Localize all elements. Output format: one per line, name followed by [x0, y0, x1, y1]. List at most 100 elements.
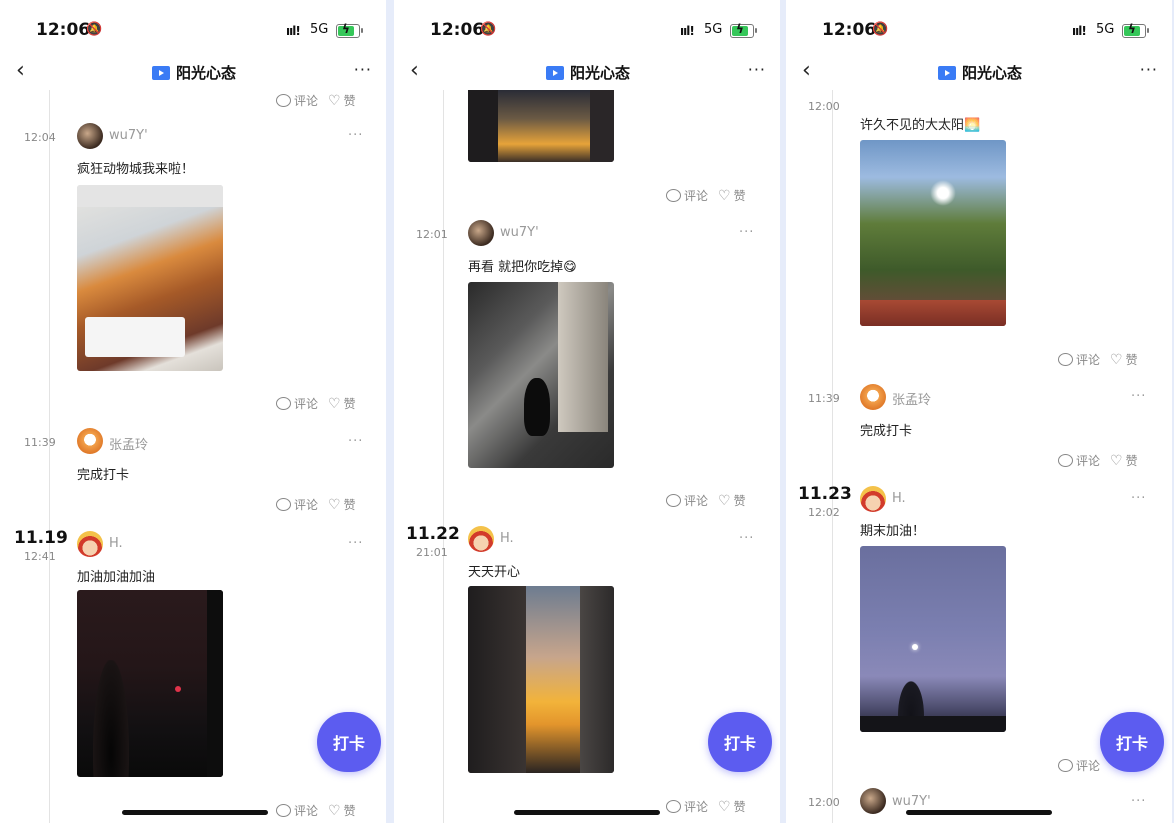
post-actions: 评论 ♡ 赞	[276, 496, 356, 513]
avatar[interactable]	[860, 788, 886, 814]
post-more-icon[interactable]: ···	[348, 536, 363, 551]
feed: 评论 ♡ 赞 12:04 wu7Y' ··· 疯狂动物城我来啦！ 评论 ♡ 赞 11…	[0, 90, 386, 823]
post-time: 12:01	[416, 228, 448, 241]
like-button[interactable]: ♡ 赞	[328, 92, 356, 109]
post-photo[interactable]	[860, 140, 1006, 326]
comment-icon	[666, 189, 681, 202]
like-button[interactable]: ♡ 赞	[328, 496, 356, 513]
post-date: 11.22	[406, 524, 460, 544]
avatar[interactable]	[468, 220, 494, 246]
heart-icon: ♡	[328, 395, 341, 412]
comment-icon	[276, 94, 291, 107]
like-button[interactable]: ♡ 赞	[718, 798, 746, 815]
post-time: 12:00	[808, 796, 840, 809]
network-label: 5G	[704, 22, 723, 37]
phone-screen-1: 12:06 🔕 ııl! 5G ϟ ‹ 阳光心态 ··· 评论 ♡ 赞 12:04…	[0, 0, 386, 823]
like-button[interactable]: ♡ 赞	[1110, 452, 1138, 469]
battery-icon: ϟ	[730, 22, 757, 38]
username[interactable]: H.	[500, 531, 514, 546]
comment-button[interactable]: 评论	[276, 395, 318, 412]
post-time: 12:41	[24, 550, 56, 563]
checkin-button[interactable]: 打卡	[1100, 712, 1164, 772]
post-actions: 评论 ♡ 赞	[666, 492, 746, 509]
like-button[interactable]: ♡ 赞	[718, 187, 746, 204]
post-more-icon[interactable]: ···	[739, 531, 754, 546]
nav-bar: ‹ 阳光心态 ···	[394, 56, 780, 90]
comment-icon	[1058, 353, 1073, 366]
comment-icon	[276, 498, 291, 511]
home-indicator	[122, 810, 268, 815]
comment-button[interactable]: 评论	[1058, 452, 1100, 469]
post-text: 疯狂动物城我来啦！	[77, 162, 195, 177]
heart-icon: ♡	[718, 492, 731, 509]
back-icon[interactable]: ‹	[410, 58, 419, 83]
post-more-icon[interactable]: ···	[1131, 491, 1146, 506]
post-photo[interactable]	[468, 90, 614, 162]
comment-button[interactable]: 评论	[666, 492, 708, 509]
like-button[interactable]: ♡ 赞	[328, 802, 356, 819]
post-more-icon[interactable]: ···	[739, 225, 754, 240]
avatar[interactable]	[468, 526, 494, 552]
like-button[interactable]: ♡ 赞	[718, 492, 746, 509]
status-time: 12:06	[430, 20, 485, 40]
phone-screen-2: 12:06 🔕 ııl! 5G ϟ ‹ 阳光心态 ··· 评论 ♡ 赞 12:01…	[394, 0, 780, 823]
username[interactable]: wu7Y'	[500, 225, 539, 240]
comment-button[interactable]: 评论	[276, 496, 318, 513]
post-photo[interactable]	[860, 546, 1006, 732]
back-icon[interactable]: ‹	[802, 58, 811, 83]
phone-screen-3: 12:06 🔕 ııl! 5G ϟ ‹ 阳光心态 ··· 12:00 许久不见的…	[786, 0, 1172, 823]
checkin-button[interactable]: 打卡	[708, 712, 772, 772]
comment-button[interactable]: 评论	[276, 802, 318, 819]
comment-icon	[1058, 759, 1073, 772]
username[interactable]: 张孟玲	[109, 434, 148, 453]
nav-title: 阳光心态	[546, 62, 630, 83]
comment-button[interactable]: 评论	[666, 798, 708, 815]
more-icon[interactable]: ···	[354, 60, 372, 79]
post-photo[interactable]	[77, 185, 223, 371]
comment-icon	[276, 397, 291, 410]
signal-icon: ııl!	[286, 24, 301, 38]
like-button[interactable]: ♡ 赞	[1110, 351, 1138, 368]
avatar[interactable]	[860, 486, 886, 512]
post-actions: 评论 ♡ 赞	[276, 395, 356, 412]
back-icon[interactable]: ‹	[16, 58, 25, 83]
silent-icon: 🔕	[872, 22, 889, 37]
post-more-icon[interactable]: ···	[348, 434, 363, 449]
status-time: 12:06	[36, 20, 91, 40]
post-actions: 评论	[1058, 757, 1100, 774]
avatar[interactable]	[860, 384, 886, 410]
avatar[interactable]	[77, 428, 103, 454]
post-photo[interactable]	[77, 590, 223, 777]
avatar[interactable]	[77, 531, 103, 557]
heart-icon: ♡	[328, 92, 341, 109]
post-text: 天天开心	[468, 565, 521, 580]
username[interactable]: 张孟玲	[892, 389, 931, 408]
post-time: 12:00	[808, 100, 840, 113]
username[interactable]: wu7Y'	[109, 128, 148, 143]
comment-button[interactable]: 评论	[666, 187, 708, 204]
checkin-button[interactable]: 打卡	[317, 712, 381, 772]
status-bar: 12:06 🔕 ııl! 5G ϟ	[394, 0, 780, 62]
post-more-icon[interactable]: ···	[1131, 794, 1146, 809]
heart-icon: ♡	[718, 187, 731, 204]
comment-button[interactable]: 评论	[1058, 351, 1100, 368]
post-photo[interactable]	[468, 586, 614, 773]
post-more-icon[interactable]: ···	[348, 128, 363, 143]
more-icon[interactable]: ···	[1140, 60, 1158, 79]
post-more-icon[interactable]: ···	[1131, 389, 1146, 404]
username[interactable]: wu7Y'	[892, 794, 931, 809]
post-photo[interactable]	[468, 282, 614, 468]
comment-icon	[666, 494, 681, 507]
silent-icon: 🔕	[480, 22, 497, 37]
comment-button[interactable]: 评论	[1058, 757, 1100, 774]
post-actions: 评论 ♡ 赞	[276, 92, 356, 109]
like-button[interactable]: ♡ 赞	[328, 395, 356, 412]
more-icon[interactable]: ···	[748, 60, 766, 79]
username[interactable]: H.	[109, 536, 123, 551]
comment-button[interactable]: 评论	[276, 92, 318, 109]
heart-icon: ♡	[328, 802, 341, 819]
username[interactable]: H.	[892, 491, 906, 506]
avatar[interactable]	[77, 123, 103, 149]
post-time: 21:01	[416, 546, 448, 559]
nav-bar: ‹ 阳光心态 ···	[0, 56, 386, 90]
